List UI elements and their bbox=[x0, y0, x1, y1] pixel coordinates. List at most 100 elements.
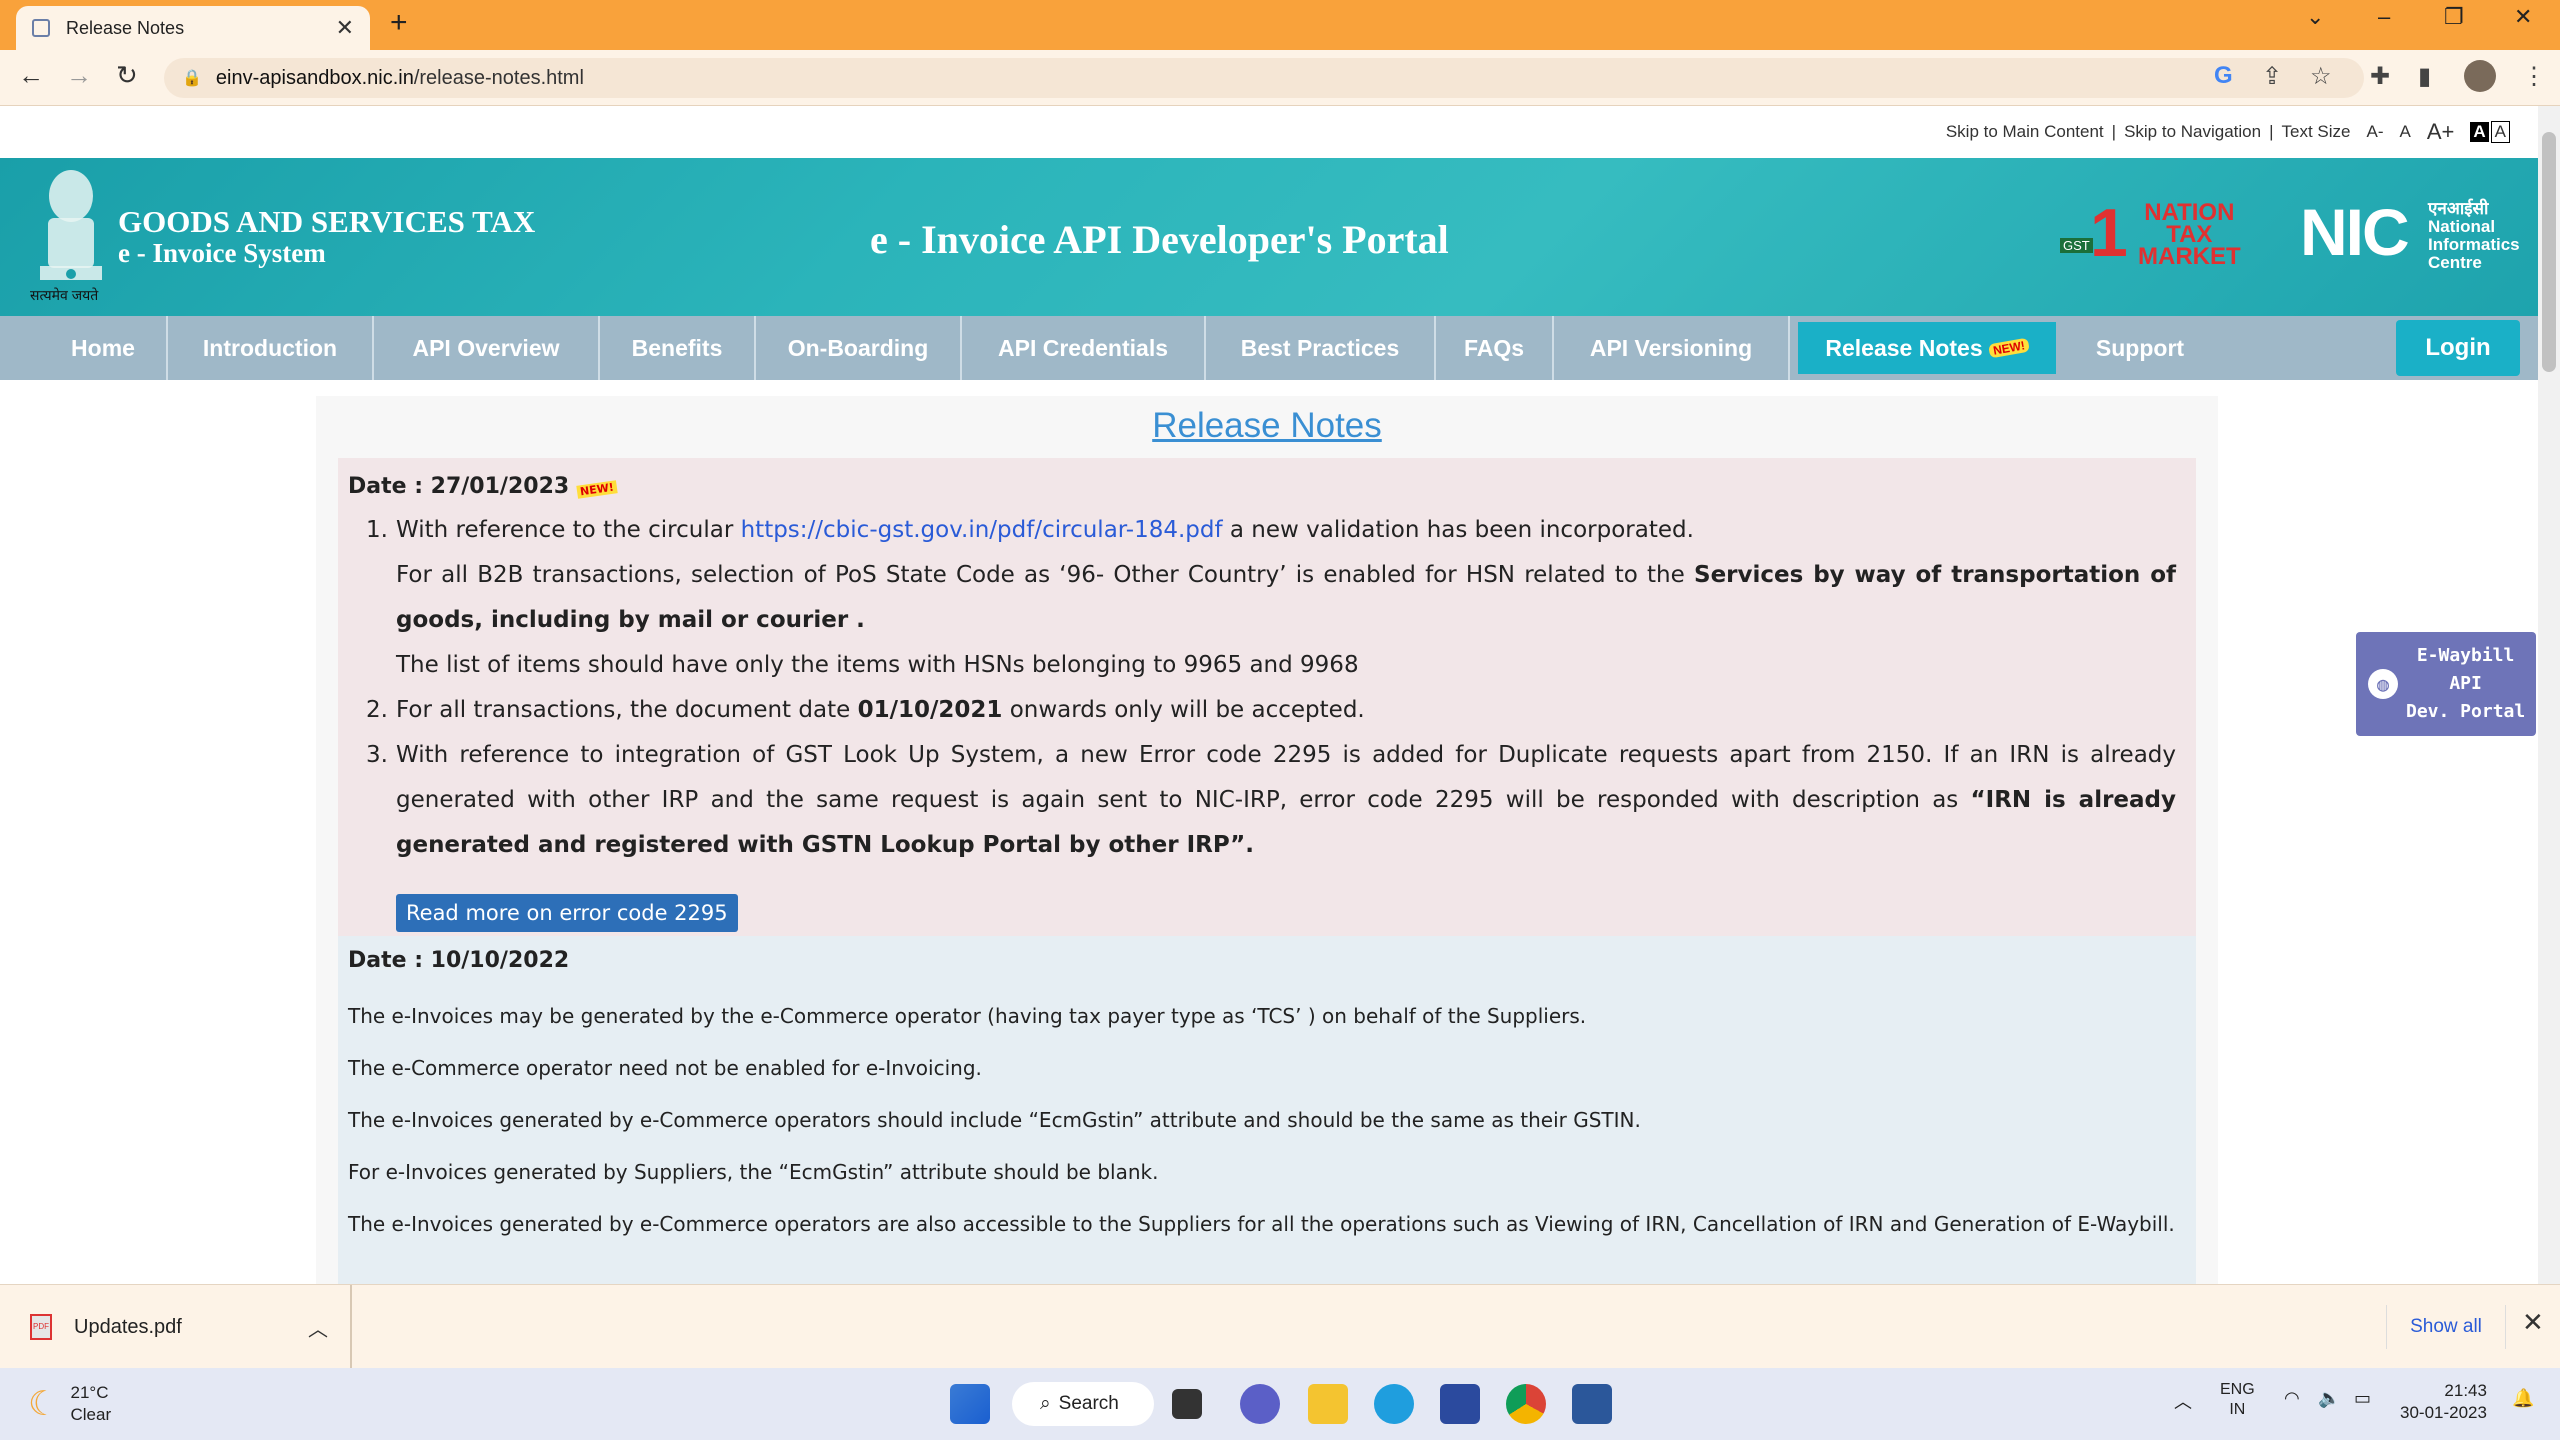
text-decrease-button[interactable]: A- bbox=[2367, 122, 2384, 142]
browser-tab[interactable]: Release Notes ✕ bbox=[16, 6, 370, 50]
close-tab-icon[interactable]: ✕ bbox=[336, 15, 354, 41]
national-emblem-icon bbox=[40, 170, 102, 280]
taskbar-clock[interactable]: 21:43 30-01-2023 bbox=[2400, 1380, 2487, 1424]
download-filename: Updates.pdf bbox=[74, 1315, 182, 1338]
high-contrast-button[interactable]: A bbox=[2470, 122, 2489, 142]
profile-avatar[interactable] bbox=[2464, 60, 2496, 92]
circular-link[interactable]: https://cbic-gst.gov.in/pdf/circular-184… bbox=[741, 517, 1223, 543]
reload-icon[interactable]: ↻ bbox=[116, 60, 138, 91]
nav-on-boarding[interactable]: On-Boarding bbox=[756, 316, 962, 380]
list-item: 2. For all transactions, the document da… bbox=[366, 697, 1365, 723]
download-item[interactable]: PDF Updates.pdf ︿ bbox=[0, 1285, 352, 1369]
chevron-up-icon[interactable]: ︿ bbox=[308, 1313, 328, 1342]
scrollbar-thumb[interactable] bbox=[2542, 132, 2556, 372]
paragraph: The e-Invoices generated by e-Commerce o… bbox=[348, 1108, 1641, 1132]
chat-icon[interactable] bbox=[1240, 1384, 1280, 1424]
release-date: Date : 10/10/2022 bbox=[348, 948, 570, 973]
notifications-icon[interactable]: 🔔 bbox=[2512, 1388, 2534, 1409]
paragraph: The e-Invoices generated by e-Commerce o… bbox=[348, 1212, 2175, 1236]
language-indicator[interactable]: ENG IN bbox=[2220, 1380, 2255, 1420]
taskbar-search[interactable]: ⌕ Search bbox=[1012, 1382, 1154, 1426]
emblem-motto: सत्यमेव जयते bbox=[30, 287, 99, 303]
main-navigation: Home Introduction API Overview Benefits … bbox=[0, 316, 2538, 380]
portal-title: e - Invoice API Developer's Portal bbox=[870, 217, 1449, 262]
release-section-2022-10-10: Date : 10/10/2022 The e-Invoices may be … bbox=[338, 936, 2196, 1284]
new-tab-icon[interactable]: + bbox=[390, 6, 408, 40]
login-button[interactable]: Login bbox=[2396, 320, 2520, 376]
file-explorer-icon[interactable] bbox=[1308, 1384, 1348, 1424]
restore-icon[interactable]: ❐ bbox=[2444, 4, 2464, 30]
close-window-icon[interactable]: ✕ bbox=[2514, 4, 2532, 30]
minimize-icon[interactable]: – bbox=[2378, 4, 2390, 30]
close-download-bar-icon[interactable]: ✕ bbox=[2522, 1307, 2544, 1338]
side-panel-icon[interactable]: ▮ bbox=[2418, 62, 2431, 91]
browser-toolbar: ← → ↻ 🔒 einv-apisandbox.nic.in/release-n… bbox=[0, 50, 2560, 106]
windows-start-icon[interactable] bbox=[950, 1384, 990, 1424]
download-bar: PDF Updates.pdf ︿ Show all ✕ bbox=[0, 1284, 2560, 1369]
page-favicon-icon bbox=[32, 19, 50, 37]
normal-contrast-button[interactable]: A bbox=[2490, 121, 2510, 143]
tab-title: Release Notes bbox=[66, 17, 185, 38]
nav-api-versioning[interactable]: API Versioning bbox=[1554, 316, 1790, 380]
show-all-downloads-button[interactable]: Show all bbox=[2386, 1305, 2506, 1349]
store-icon[interactable] bbox=[1440, 1384, 1480, 1424]
nav-home[interactable]: Home bbox=[40, 316, 168, 380]
speaker-icon[interactable]: 🔈 bbox=[2318, 1388, 2340, 1409]
list-item: 3. With reference to integration of GST … bbox=[366, 742, 2177, 858]
paragraph: For e-Invoices generated by Suppliers, t… bbox=[348, 1160, 1159, 1184]
new-badge: NEW! bbox=[1987, 337, 2030, 359]
skip-main-link[interactable]: Skip to Main Content bbox=[1946, 122, 2104, 142]
url-text: einv-apisandbox.nic.in/release-notes.htm… bbox=[215, 66, 584, 89]
word-icon[interactable] bbox=[1572, 1384, 1612, 1424]
page-viewport: Skip to Main Content | Skip to Navigation… bbox=[0, 106, 2538, 1284]
search-icon: ⌕ bbox=[1040, 1393, 1051, 1414]
share-icon[interactable]: ⇪ bbox=[2262, 62, 2282, 91]
paragraph: The e-Invoices may be generated by the e… bbox=[348, 1004, 1587, 1028]
list-item: 1. With reference to the circular https:… bbox=[366, 517, 2176, 678]
chevron-up-icon[interactable]: ︿ bbox=[2174, 1388, 2192, 1414]
address-bar[interactable]: 🔒 einv-apisandbox.nic.in/release-notes.h… bbox=[164, 58, 2364, 98]
site-banner: सत्यमेव जयते GOODS AND SERVICES TAX e - … bbox=[0, 158, 2538, 316]
lock-icon: 🔒 bbox=[182, 70, 202, 87]
ewaybill-portal-button[interactable]: ◍ E-Waybill API Dev. Portal bbox=[2356, 632, 2536, 736]
battery-icon[interactable]: ▭ bbox=[2354, 1388, 2371, 1409]
nav-benefits[interactable]: Benefits bbox=[600, 316, 756, 380]
new-badge: NEW! bbox=[576, 480, 618, 499]
nav-faqs[interactable]: FAQs bbox=[1436, 316, 1554, 380]
nav-api-overview[interactable]: API Overview bbox=[374, 316, 600, 380]
nav-api-credentials[interactable]: API Credentials bbox=[962, 316, 1206, 380]
page-scrollbar[interactable] bbox=[2538, 106, 2560, 1284]
nation-tax-market-logo: 1 GST NATION TAX MARKET bbox=[2060, 195, 2280, 271]
nav-best-practices[interactable]: Best Practices bbox=[1206, 316, 1436, 380]
paragraph: The e-Commerce operator need not be enab… bbox=[348, 1056, 982, 1080]
text-increase-button[interactable]: A+ bbox=[2427, 119, 2455, 145]
gst-subtitle: e - Invoice System bbox=[118, 238, 326, 268]
bookmark-star-icon[interactable]: ☆ bbox=[2310, 62, 2332, 91]
nav-support[interactable]: Support bbox=[2062, 316, 2218, 380]
forward-icon[interactable]: → bbox=[66, 60, 92, 91]
google-icon[interactable]: G bbox=[2214, 62, 2233, 90]
page-title[interactable]: Release Notes bbox=[316, 406, 2218, 446]
nic-logo: NIC एनआईसी National Informatics Centre bbox=[2300, 195, 2520, 272]
wifi-icon[interactable]: ◠ bbox=[2284, 1388, 2300, 1409]
globe-icon: ◍ bbox=[2368, 669, 2398, 699]
back-icon[interactable]: ← bbox=[18, 60, 44, 91]
tab-search-icon[interactable]: ⌄ bbox=[2306, 4, 2324, 30]
nav-release-notes[interactable]: Release Notes NEW! bbox=[1798, 322, 2056, 374]
pdf-file-icon: PDF bbox=[30, 1314, 52, 1340]
chrome-icon[interactable] bbox=[1506, 1384, 1546, 1424]
weather-widget[interactable]: ☾ 21°C Clear bbox=[28, 1382, 111, 1426]
edge-browser-icon[interactable] bbox=[1374, 1384, 1414, 1424]
moon-icon: ☾ bbox=[28, 1385, 59, 1423]
text-normal-button[interactable]: A bbox=[2400, 122, 2411, 142]
read-more-error-2295-button[interactable]: Read more on error code 2295 bbox=[396, 894, 738, 932]
skip-nav-link[interactable]: Skip to Navigation bbox=[2124, 122, 2261, 142]
extensions-icon[interactable]: ✚ bbox=[2370, 62, 2390, 91]
menu-kebab-icon[interactable]: ⋮ bbox=[2522, 62, 2546, 91]
windows-taskbar: ☾ 21°C Clear ⌕ Search ︿ ENG IN ◠ 🔈 ▭ 21:43 3… bbox=[0, 1368, 2560, 1440]
task-view-icon[interactable] bbox=[1172, 1389, 1202, 1419]
nav-introduction[interactable]: Introduction bbox=[168, 316, 374, 380]
text-size-label: Text Size bbox=[2281, 122, 2351, 141]
browser-tab-strip: Release Notes ✕ + ⌄ – ❐ ✕ bbox=[0, 0, 2560, 50]
gst-title: GOODS AND SERVICES TAX bbox=[118, 204, 536, 239]
